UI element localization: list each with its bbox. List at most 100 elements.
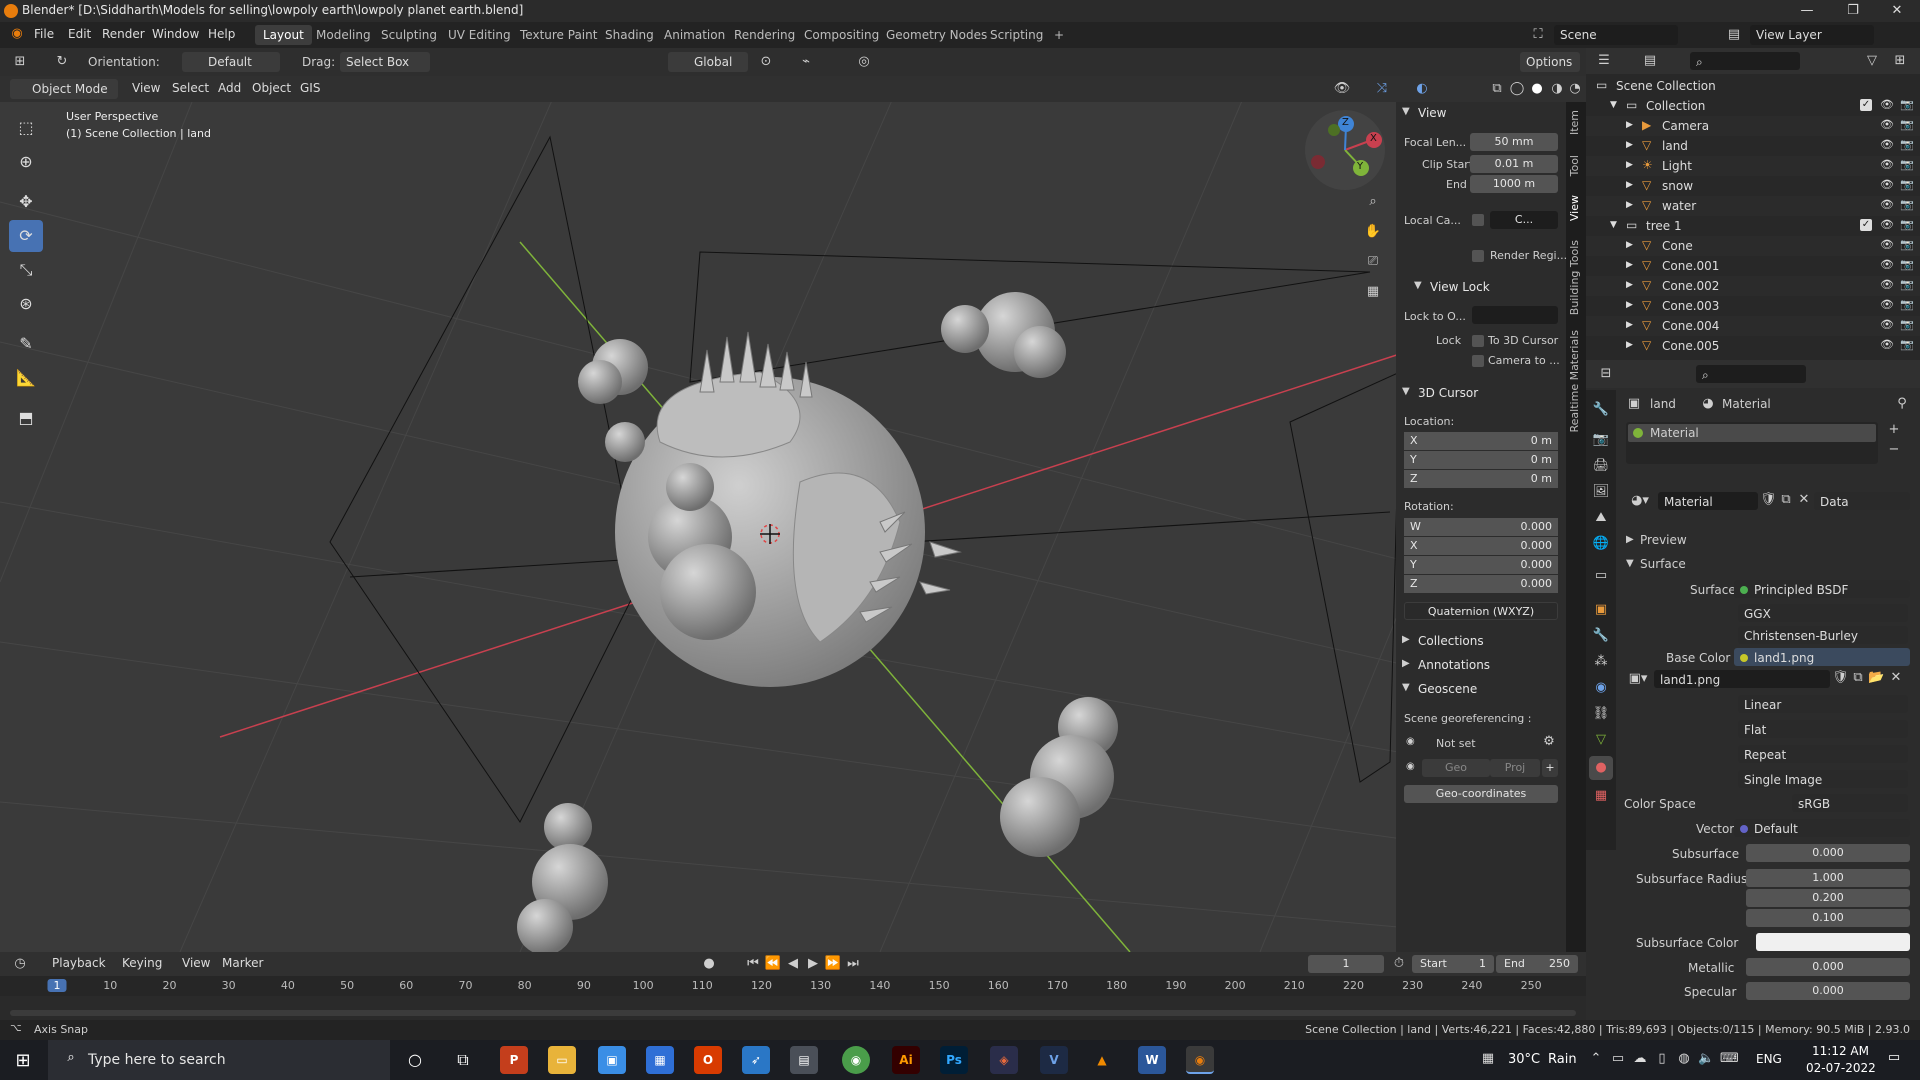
menu-edit[interactable]: Edit <box>68 27 91 41</box>
surface-header[interactable]: Surface <box>1640 557 1686 571</box>
outliner-row-cone-005[interactable]: ▶ ▽ Cone.005 👁 📷 <box>1586 336 1920 356</box>
geoscene-header[interactable]: Geoscene <box>1418 682 1477 696</box>
weather-desc[interactable]: Rain <box>1548 1052 1577 1067</box>
cursor-tool-icon[interactable]: ⊕ <box>9 146 43 178</box>
outliner-editor-icon[interactable]: ☰ <box>1594 53 1614 68</box>
timeline-menu-keying[interactable]: Keying <box>122 956 162 970</box>
collections-expand-icon[interactable]: ▶ <box>1402 634 1410 645</box>
surface-collapse-icon[interactable]: ▼ <box>1626 558 1634 569</box>
expand-arrow-icon[interactable]: ▶ <box>1626 280 1633 290</box>
material-name-field[interactable]: Material <box>1658 492 1758 510</box>
subsurface-field[interactable]: 0.000 <box>1746 844 1910 862</box>
gizmo-z-label[interactable]: Z <box>1342 117 1349 128</box>
geoscene-collapse-icon[interactable]: ▼ <box>1402 682 1410 693</box>
select-box-icon[interactable]: ⬚ <box>9 112 43 144</box>
local-camera-field[interactable]: C... <box>1490 211 1558 229</box>
close-button[interactable]: ✕ <box>1874 0 1920 22</box>
taskbar-chrome-icon[interactable]: ◉ <box>842 1046 870 1074</box>
material-browse-icon[interactable]: ◕▾ <box>1626 493 1654 508</box>
image-fake-user-icon[interactable]: 🛡 <box>1832 670 1849 685</box>
3d-cursor-header[interactable]: 3D Cursor <box>1418 386 1478 400</box>
tab-realtime-materials[interactable]: Realtime Materials <box>1568 330 1582 432</box>
options-dropdown[interactable]: Options <box>1520 52 1580 72</box>
taskbar-powerpoint-icon[interactable]: P <box>500 1046 528 1074</box>
local-camera-checkbox[interactable] <box>1472 214 1484 226</box>
texture-props-icon[interactable]: ▦ <box>1592 788 1610 803</box>
expand-arrow-icon[interactable]: ▼ <box>1610 100 1617 110</box>
scene-selector[interactable]: Scene <box>1554 25 1678 45</box>
transform-tool-icon[interactable]: ⊛ <box>9 288 43 320</box>
annotate-tool-icon[interactable]: ✎ <box>9 328 43 360</box>
xray-icon[interactable]: ⧉ <box>1488 81 1506 96</box>
camera-to-view-checkbox[interactable] <box>1472 355 1484 367</box>
measure-tool-icon[interactable]: 📐 <box>9 362 43 394</box>
auto-key-icon[interactable]: ● <box>700 956 718 971</box>
visibility-eye-icon[interactable]: 👁 <box>1880 218 1894 231</box>
outliner-search-input[interactable]: ⌕ <box>1690 52 1800 70</box>
tray-keyboard-icon[interactable]: ⌨ <box>1720 1051 1739 1066</box>
render-camera-icon[interactable]: 📷 <box>1900 218 1914 231</box>
render-camera-icon[interactable]: 📷 <box>1900 158 1914 171</box>
render-props-icon[interactable]: 📷 <box>1592 432 1610 447</box>
render-camera-icon[interactable]: 📷 <box>1900 318 1914 331</box>
visibility-eye-icon[interactable]: 👁 <box>1880 318 1894 331</box>
jump-end-icon[interactable]: ⏭ <box>844 956 862 971</box>
material-props-icon[interactable]: ● <box>1589 756 1613 780</box>
taskbar-app-icon[interactable]: ➶ <box>742 1046 770 1074</box>
prev-key-icon[interactable]: ⏪ <box>764 956 782 971</box>
cursor-loc-y[interactable]: Y 0 m <box>1404 451 1558 469</box>
visibility-eye-icon[interactable]: 👁 <box>1880 258 1894 271</box>
properties-search-input[interactable]: ⌕ <box>1696 365 1806 383</box>
render-camera-icon[interactable]: 📷 <box>1900 198 1914 211</box>
rotate-tool-icon[interactable]: ⟳ <box>9 220 43 252</box>
orientation-dropdown[interactable]: Default <box>182 52 280 72</box>
preview-expand-icon[interactable]: ▶ <box>1626 534 1634 545</box>
move-tool-icon[interactable]: ✥ <box>9 186 43 218</box>
cursor-rot-z[interactable]: Z 0.000 <box>1404 575 1558 593</box>
minimize-button[interactable]: — <box>1784 0 1830 22</box>
taskbar-app2-icon[interactable]: ▤ <box>790 1046 818 1074</box>
timeline-scrollbar[interactable] <box>10 1010 1576 1016</box>
extension-dropdown[interactable]: Repeat <box>1738 745 1908 763</box>
material-slot-selected[interactable]: Material <box>1628 424 1876 442</box>
cursor-rot-w[interactable]: W 0.000 <box>1404 518 1558 536</box>
weather-icon[interactable]: ▦ <box>1478 1051 1498 1066</box>
gizmo-toggle-icon[interactable]: ⤨ <box>1372 81 1392 96</box>
fake-user-icon[interactable]: 🛡 <box>1760 492 1777 507</box>
render-camera-icon[interactable]: 📷 <box>1900 98 1914 111</box>
taskbar-search[interactable]: ⌕ Type here to search <box>48 1040 390 1080</box>
cursor-rot-x[interactable]: X 0.000 <box>1404 537 1558 555</box>
play-reverse-icon[interactable]: ◀ <box>784 956 802 971</box>
remove-slot-icon[interactable]: − <box>1886 442 1902 457</box>
viewport-menu-object[interactable]: Object <box>252 81 291 95</box>
visibility-eye-icon[interactable]: 👁 <box>1880 278 1894 291</box>
add-workspace-button[interactable]: + <box>1046 25 1072 45</box>
subsurface-color-swatch[interactable] <box>1756 933 1910 951</box>
expand-arrow-icon[interactable]: ▶ <box>1626 340 1633 350</box>
annotations-header[interactable]: Annotations <box>1418 658 1490 672</box>
cursor-collapse-icon[interactable]: ▼ <box>1402 386 1410 397</box>
timeline-editor-icon[interactable]: ◷ <box>10 956 30 971</box>
outliner-row-tree-1[interactable]: ▼ ▭ tree 1 ✓ 👁 📷 <box>1586 216 1920 236</box>
end-frame-field[interactable]: End 250 <box>1496 955 1578 973</box>
windows-start-icon[interactable]: ⊞ <box>12 1050 34 1071</box>
tab-texture-paint[interactable]: Texture Paint <box>512 25 605 45</box>
image-open-icon[interactable]: 📂 <box>1868 670 1884 685</box>
taskbar-vlc-icon[interactable]: ▲ <box>1088 1046 1116 1074</box>
blender-menu-icon[interactable]: ◉ <box>8 26 26 41</box>
metallic-field[interactable]: 0.000 <box>1746 958 1910 976</box>
outliner-row-cone-002[interactable]: ▶ ▽ Cone.002 👁 📷 <box>1586 276 1920 296</box>
distribution-dropdown[interactable]: GGX <box>1738 604 1908 622</box>
tab-shading[interactable]: Shading <box>597 25 662 45</box>
next-key-icon[interactable]: ⏩ <box>824 956 842 971</box>
taskbar-photoshop-icon[interactable]: Ps <box>940 1046 968 1074</box>
tab-layout[interactable]: Layout <box>255 25 312 45</box>
projection-dropdown[interactable]: Flat <box>1738 720 1908 738</box>
tab-view[interactable]: View <box>1568 195 1582 221</box>
annotations-expand-icon[interactable]: ▶ <box>1402 658 1410 669</box>
image-new-icon[interactable]: ⧉ <box>1850 670 1866 685</box>
current-frame-field[interactable]: 1 <box>1308 955 1384 973</box>
add-geo-button[interactable]: + <box>1542 759 1558 777</box>
surface-shader-field[interactable]: Principled BSDF <box>1734 580 1910 598</box>
timeline-menu-view[interactable]: View <box>182 956 210 970</box>
